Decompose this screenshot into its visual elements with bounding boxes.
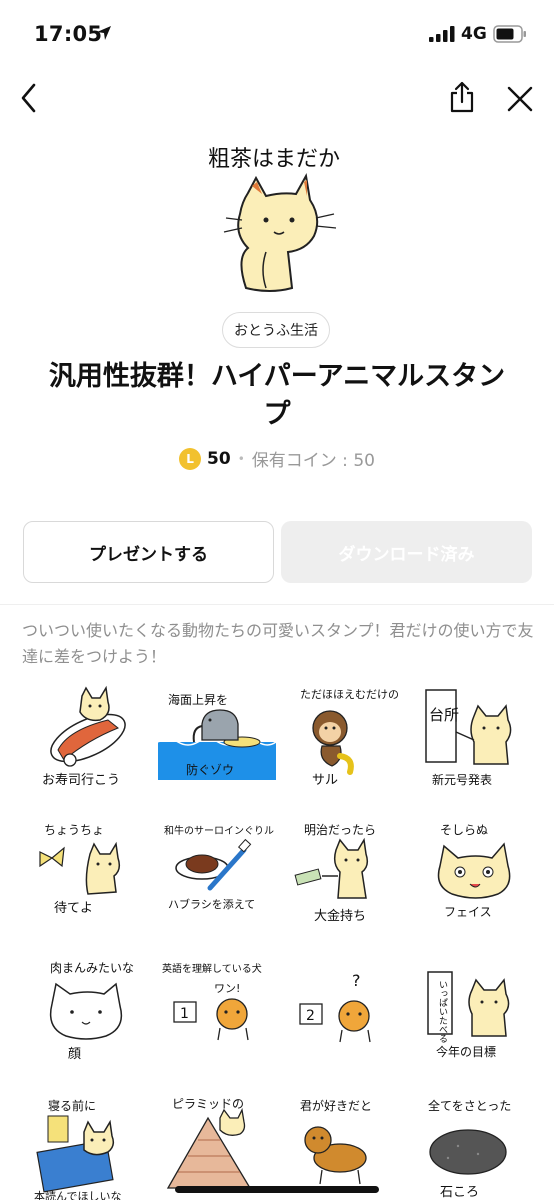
sticker-text: そしらぬ <box>440 823 488 837</box>
sticker-text: 新元号発表 <box>432 772 492 787</box>
sticker-text: ピラミッドの <box>172 1097 244 1111</box>
downloaded-button[interactable]: ダウンロード済み <box>281 521 532 583</box>
sticker-nikuman-cat[interactable]: 肉まんみたいな 顔 <box>28 952 146 1070</box>
price-row: L 50 • 保有コイン : 50 <box>0 446 554 471</box>
sticker-pyramid-cat[interactable]: ピラミッドの <box>158 1088 276 1200</box>
back-chevron-icon[interactable] <box>16 82 42 114</box>
sticker-text: 顔 <box>68 1047 81 1062</box>
divider <box>0 604 554 605</box>
signal-bars-icon <box>429 26 455 42</box>
sticker-love-dog[interactable]: 君が好きだと <box>288 1088 406 1200</box>
sticker-text: 大金持ち <box>314 908 366 924</box>
sticker-monkey[interactable]: ただほほえむだけの サル <box>288 680 406 798</box>
nav-bar <box>0 76 554 122</box>
sticker-meiji-cat[interactable]: 明治だったら 大金持ち <box>288 816 406 934</box>
sticker-text: 待てよ <box>54 901 93 916</box>
location-arrow-icon <box>97 26 111 40</box>
sticker-text: 全てをさとった <box>428 1098 511 1113</box>
home-indicator[interactable] <box>175 1186 379 1193</box>
battery-icon <box>493 25 526 43</box>
owned-coins: 保有コイン : 50 <box>251 451 375 471</box>
sticker-text: いっぱいたべる <box>437 980 448 1043</box>
sticker-toothbrush-steak[interactable]: 和牛のサーロインぐりル ハブラシを添えて <box>158 816 276 934</box>
sticker-description: ついつい使いたくなる動物たちの可愛いスタンプ！君だけの使い方で友達に差をつけよう… <box>22 621 534 666</box>
sticker-text: ワン! <box>214 982 240 995</box>
sticker-text: ただほほえむだけの <box>300 688 399 701</box>
separator-dot: • <box>237 451 245 466</box>
sticker-text: 台所 <box>429 706 459 724</box>
sticker-text: フェイス <box>444 905 492 919</box>
status-bar: 17:05 4G <box>0 0 554 68</box>
share-icon[interactable] <box>448 80 476 114</box>
sticker-new-era-cat[interactable]: 台所 新元号発表 <box>418 680 536 798</box>
sticker-text: 寝る前に <box>48 1098 96 1113</box>
sticker-text: お寿司行こう <box>42 773 120 788</box>
main-art-caption: 粗茶はまだか <box>208 147 340 172</box>
sticker-text: 君が好きだと <box>300 1098 372 1113</box>
present-button[interactable]: プレゼントする <box>23 521 274 583</box>
sticker-butterfly-cat[interactable]: ちょうちょ 待てよ <box>28 816 146 934</box>
author-link[interactable]: おとうふ生活 <box>222 312 330 348</box>
line-coin-icon: L <box>179 447 202 470</box>
sticker-text: 海面上昇を <box>168 692 228 707</box>
network-type: 4G <box>461 24 487 44</box>
sticker-text: 明治だったら <box>304 823 376 837</box>
sticker-innocent-face-cat[interactable]: そしらぬ フェイス <box>418 816 536 934</box>
sticker-text: ? <box>352 971 361 990</box>
sticker-english-dog[interactable]: 英語を理解している犬 ワン! 1 <box>158 952 276 1070</box>
sticker-text: 和牛のサーロインぐりル <box>164 824 274 837</box>
sticker-text: 1 <box>180 1006 189 1022</box>
sticker-text: ちょうちょ <box>44 823 104 837</box>
sticker-text: 石ころ <box>440 1185 479 1200</box>
sticker-goal-cat[interactable]: いっぱいたべる 今年の目標 <box>418 952 536 1070</box>
sticker-text: 肉まんみたいな <box>50 961 134 975</box>
price-value: 50 <box>207 448 231 469</box>
sticker-title: 汎用性抜群！ハイパーアニマルスタンプ <box>48 361 506 430</box>
close-icon[interactable] <box>506 85 534 113</box>
sticker-text: ハブラシを添えて <box>168 897 255 911</box>
sticker-text: 防ぐゾウ <box>186 762 234 777</box>
sticker-question-dog[interactable]: ? 2 <box>288 952 406 1070</box>
sticker-bedtime-cat[interactable]: 寝る前に 本読んでほしいな <box>28 1088 146 1200</box>
sticker-elephant[interactable]: 海面上昇を 防ぐゾウ <box>157 680 277 798</box>
sticker-text: 本読んでほしいな <box>34 1189 121 1200</box>
sticker-text: 2 <box>306 1008 315 1024</box>
sticker-text: サル <box>312 773 338 788</box>
sticker-enlightened-stone[interactable]: 全てをさとった 石ころ <box>418 1088 536 1200</box>
sticker-sushi-cat[interactable]: お寿司行こう <box>28 680 146 798</box>
status-time: 17:05 <box>34 22 103 46</box>
sticker-text: 今年の目標 <box>436 1044 496 1059</box>
sticker-text: 英語を理解している犬 <box>162 962 262 975</box>
main-sticker-image: 粗茶はまだか <box>200 138 364 298</box>
sticker-grid: お寿司行こう 海面上昇を 防ぐゾウ ただほほえむだけの サル 台所 新元号発表 … <box>18 680 538 1200</box>
